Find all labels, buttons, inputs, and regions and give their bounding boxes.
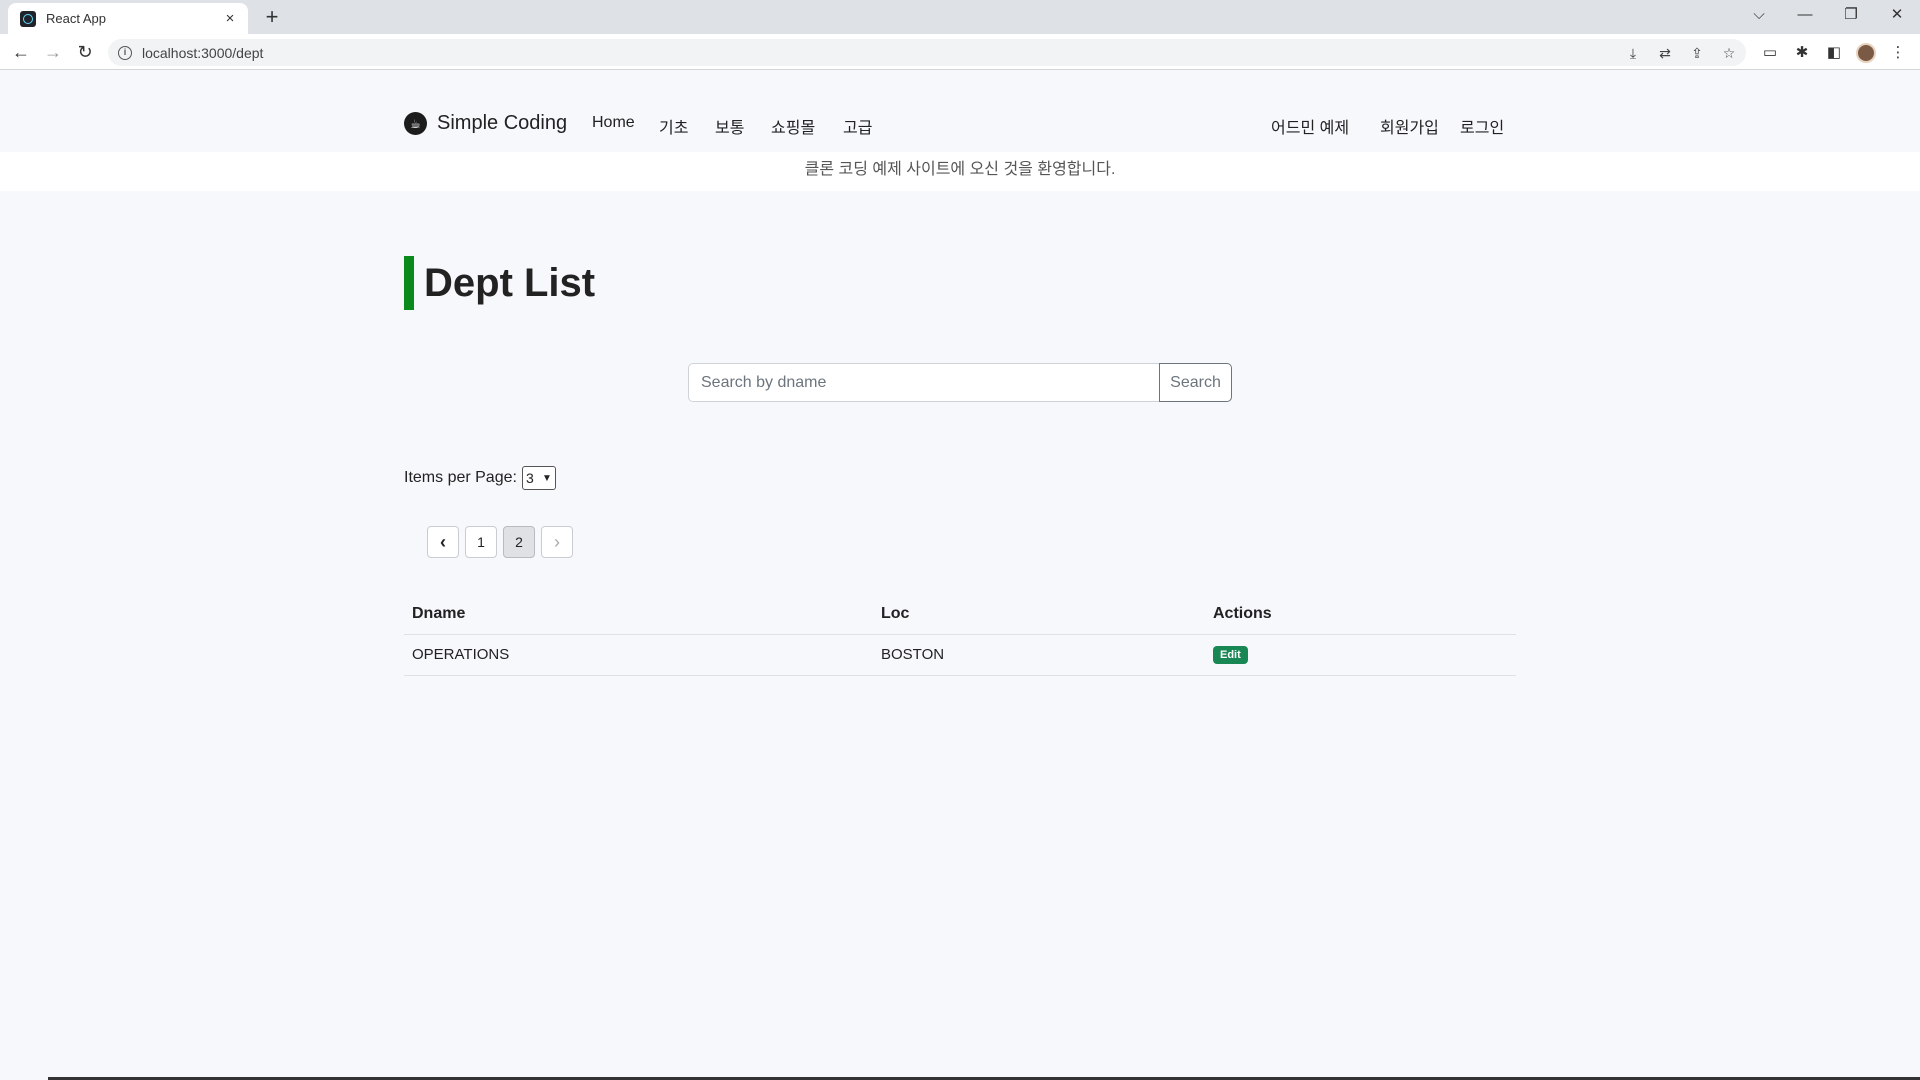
address-bar[interactable]: i localhost:3000/dept ⤓ ⇄ ⇪ ☆: [108, 39, 1746, 66]
translate-icon[interactable]: ⇄: [1656, 44, 1674, 62]
back-icon[interactable]: ←: [8, 39, 34, 65]
reload-icon[interactable]: ↻: [72, 39, 98, 65]
tab-list-button[interactable]: ⌵: [1736, 0, 1782, 30]
column-header-actions: Actions: [1205, 594, 1516, 635]
search-button[interactable]: Search: [1159, 363, 1232, 402]
items-per-page: Items per Page: 3 ▼: [404, 466, 556, 490]
cell-dname: OPERATIONS: [404, 634, 873, 676]
react-favicon-icon: [20, 10, 36, 27]
browser-tab[interactable]: React App ×: [8, 3, 248, 34]
brand-name: Simple Coding: [437, 112, 568, 134]
nav-basic[interactable]: 기초: [659, 114, 688, 138]
pagination-prev-button[interactable]: ‹: [427, 526, 459, 558]
table-header-row: Dname Loc Actions: [404, 594, 1516, 635]
page-title: Dept List: [404, 256, 595, 310]
browser-tab-bar: React App × + ⌵ — ❐ ✕: [0, 0, 1920, 34]
nav-shopping[interactable]: 쇼핑몰: [771, 114, 815, 138]
welcome-banner: 클론 코딩 예제 사이트에 오신 것을 환영합니다.: [0, 152, 1920, 191]
nav-advanced[interactable]: 고급: [843, 114, 872, 138]
nav-normal[interactable]: 보통: [715, 114, 744, 138]
pagination-page-1[interactable]: 1: [465, 526, 497, 558]
tab-close-icon[interactable]: ×: [222, 10, 238, 27]
site-info-icon[interactable]: i: [118, 45, 132, 60]
cast-icon[interactable]: ▭: [1760, 43, 1780, 63]
forward-icon[interactable]: →: [40, 39, 66, 65]
items-per-page-value: 3: [525, 470, 534, 486]
column-header-dname: Dname: [404, 594, 873, 635]
brand-link[interactable]: ☕ Simple Coding: [404, 112, 567, 135]
pagination-next-button[interactable]: ›: [541, 526, 573, 558]
nav-home[interactable]: Home: [592, 114, 635, 132]
nav-login[interactable]: 로그인: [1460, 114, 1504, 138]
bookmark-star-icon[interactable]: ☆: [1720, 44, 1738, 62]
pagination-page-2[interactable]: 2: [503, 526, 535, 558]
new-tab-button[interactable]: +: [260, 5, 284, 29]
minimize-button[interactable]: —: [1782, 0, 1828, 30]
chevron-down-icon: ▼: [542, 472, 552, 484]
nav-signup[interactable]: 회원가입: [1380, 114, 1439, 138]
extensions-icon[interactable]: ✱: [1792, 43, 1812, 63]
table-row: OPERATIONS BOSTON Edit: [404, 634, 1516, 676]
install-app-icon[interactable]: ⤓: [1624, 44, 1642, 62]
side-panel-icon[interactable]: ◧: [1824, 43, 1844, 63]
dept-table: Dname Loc Actions OPERATIONS BOSTON Edit: [404, 594, 1516, 676]
pagination: ‹ 1 2 ›: [427, 526, 573, 558]
browser-toolbar: ← → ↻ i localhost:3000/dept ⤓ ⇄ ⇪ ☆ ▭ ✱ …: [0, 34, 1920, 70]
site-header: ☕ Simple Coding Home 기초 보통 쇼핑몰 고급 어드민 예제…: [0, 70, 1920, 152]
column-header-loc: Loc: [873, 594, 1205, 635]
cell-actions: Edit: [1205, 634, 1516, 676]
search-input[interactable]: [688, 363, 1160, 402]
items-per-page-select[interactable]: 3 ▼: [521, 466, 556, 490]
url-text: localhost:3000/dept: [142, 44, 264, 61]
menu-dots-icon[interactable]: ⋮: [1888, 43, 1908, 63]
restore-button[interactable]: ❐: [1828, 0, 1874, 30]
edit-button[interactable]: Edit: [1213, 646, 1248, 664]
cell-loc: BOSTON: [873, 634, 1205, 676]
items-per-page-label: Items per Page:: [404, 469, 517, 486]
profile-avatar[interactable]: [1856, 43, 1876, 63]
tab-title: React App: [46, 11, 106, 26]
brand-logo-icon: ☕: [404, 112, 427, 135]
close-window-button[interactable]: ✕: [1874, 0, 1920, 30]
nav-admin-example[interactable]: 어드민 예제: [1271, 114, 1349, 138]
share-icon[interactable]: ⇪: [1688, 44, 1706, 62]
